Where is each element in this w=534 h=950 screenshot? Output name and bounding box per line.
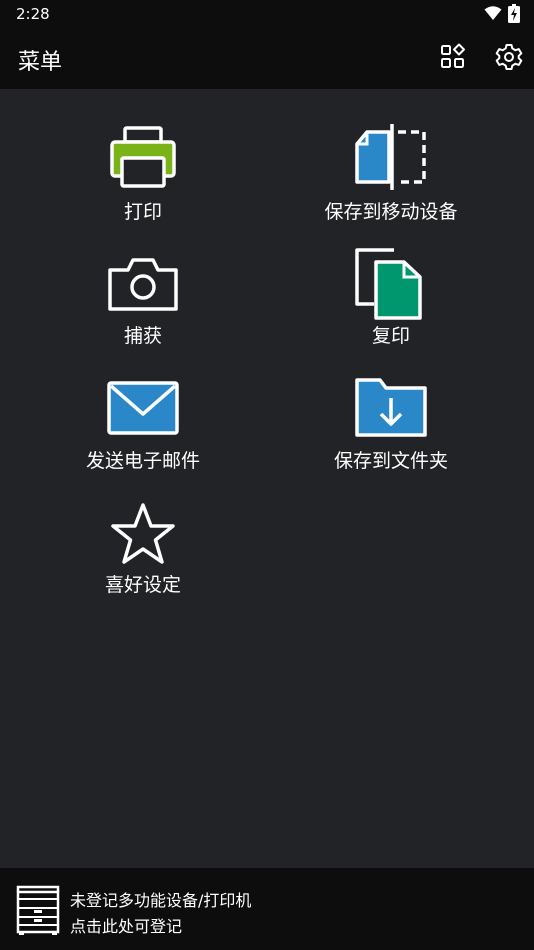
menu-item-label: 喜好设定 bbox=[104, 574, 181, 596]
menu-item-label: 捕获 bbox=[123, 325, 162, 347]
mail-icon bbox=[107, 381, 179, 435]
folder-download-icon bbox=[355, 378, 427, 437]
menu-item-capture[interactable]: 捕获 bbox=[38, 250, 248, 350]
gear-icon[interactable] bbox=[494, 42, 524, 72]
menu-item-preferences[interactable]: 喜好设定 bbox=[38, 500, 248, 600]
menu-item-label: 复印 bbox=[371, 325, 410, 347]
menu-item-print[interactable]: 打印 bbox=[38, 120, 248, 225]
register-device-title: 未登记多功能设备/打印机 bbox=[70, 891, 252, 910]
register-device-banner[interactable]: 未登记多功能设备/打印机 点击此处可登记 bbox=[0, 868, 534, 950]
menu-item-label: 打印 bbox=[123, 201, 162, 223]
camera-icon bbox=[108, 258, 178, 311]
battery-charging-icon bbox=[508, 4, 520, 23]
print-icon bbox=[110, 126, 176, 188]
copy-icon bbox=[355, 248, 422, 320]
status-time: 2:28 bbox=[16, 5, 50, 23]
register-device-hint: 点击此处可登记 bbox=[70, 917, 183, 936]
menu-item-copy[interactable]: 复印 bbox=[286, 244, 496, 350]
apps-icon[interactable] bbox=[439, 42, 467, 72]
menu-item-send-email[interactable]: 发送电子邮件 bbox=[38, 378, 248, 474]
menu-item-label: 保存到文件夹 bbox=[333, 450, 448, 472]
save-to-mobile-icon bbox=[355, 124, 426, 190]
status-bar: 2:28 bbox=[0, 0, 534, 28]
menu-item-label: 发送电子邮件 bbox=[85, 450, 200, 472]
multifunction-printer-icon bbox=[16, 885, 60, 935]
menu-item-save-to-mobile[interactable]: 保存到移动设备 bbox=[286, 120, 496, 225]
menu-item-save-to-folder[interactable]: 保存到文件夹 bbox=[286, 374, 496, 474]
star-icon bbox=[111, 503, 175, 564]
menu-item-label: 保存到移动设备 bbox=[324, 201, 458, 223]
wifi-icon bbox=[484, 6, 502, 20]
page-title: 菜单 bbox=[18, 50, 63, 75]
